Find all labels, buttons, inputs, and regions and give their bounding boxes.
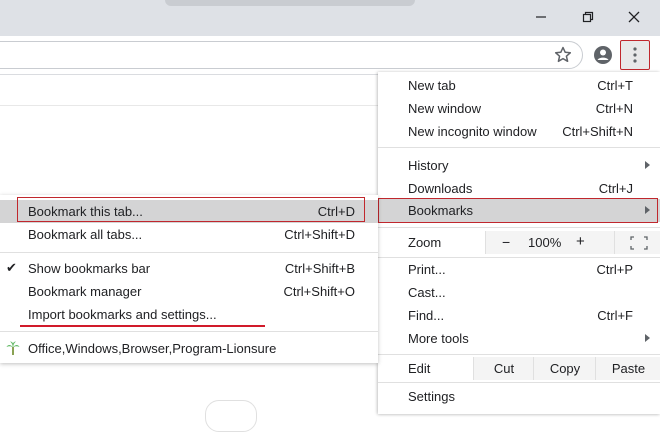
cut-button[interactable]: Cut bbox=[473, 357, 534, 380]
submenu-item-label: Import bookmarks and settings... bbox=[28, 307, 217, 322]
submenu-item-import-bookmarks[interactable]: Import bookmarks and settings... bbox=[0, 303, 378, 326]
bookmarks-submenu: Bookmark this tab... Ctrl+D Bookmark all… bbox=[0, 195, 378, 363]
browser-toolbar bbox=[0, 36, 660, 75]
profile-button[interactable] bbox=[592, 44, 614, 66]
zoom-in-button[interactable]: + bbox=[576, 233, 585, 250]
menu-item-label: History bbox=[408, 158, 449, 173]
menu-item-label: More tools bbox=[408, 331, 469, 346]
submenu-arrow-icon bbox=[645, 334, 650, 342]
menu-item-label: Print... bbox=[408, 262, 446, 277]
palm-tree-favicon-icon bbox=[6, 341, 20, 355]
submenu-separator bbox=[0, 331, 378, 332]
fullscreen-button[interactable] bbox=[614, 231, 660, 254]
menu-item-new-tab[interactable]: New tab Ctrl+T bbox=[378, 74, 660, 97]
menu-item-print[interactable]: Print... Ctrl+P bbox=[378, 258, 660, 281]
menu-item-cast[interactable]: Cast... bbox=[378, 281, 660, 304]
menu-item-shortcut: Ctrl+J bbox=[598, 181, 633, 196]
checkmark-icon: ✔ bbox=[6, 260, 17, 275]
minimize-icon bbox=[536, 16, 546, 18]
menu-separator bbox=[378, 382, 660, 383]
menu-item-label: Settings bbox=[408, 389, 455, 404]
submenu-item-bookmark-manager[interactable]: Bookmark manager Ctrl+Shift+O bbox=[0, 280, 378, 303]
submenu-item-bookmark-folder[interactable]: Office,Windows,Browser,Program-Lionsure bbox=[0, 337, 378, 360]
main-menu-button[interactable] bbox=[620, 40, 650, 70]
menu-item-label: Downloads bbox=[408, 181, 473, 196]
profile-icon bbox=[594, 46, 612, 64]
menu-item-shortcut: Ctrl+F bbox=[597, 308, 633, 323]
restore-button[interactable] bbox=[565, 0, 611, 34]
menu-item-downloads[interactable]: Downloads Ctrl+J bbox=[378, 177, 660, 200]
menu-item-label: New window bbox=[408, 101, 481, 116]
submenu-separator bbox=[0, 252, 378, 253]
menu-item-shortcut: Ctrl+Shift+N bbox=[562, 124, 633, 139]
menu-item-label: New incognito window bbox=[408, 124, 537, 139]
menu-item-history[interactable]: History bbox=[378, 154, 660, 177]
paste-label: Paste bbox=[611, 361, 646, 376]
menu-item-more-tools[interactable]: More tools bbox=[378, 327, 660, 350]
menu-item-label: Cast... bbox=[408, 285, 446, 300]
submenu-arrow-icon bbox=[645, 161, 650, 169]
menu-item-label: New tab bbox=[408, 78, 456, 93]
submenu-item-label: Bookmark all tabs... bbox=[28, 227, 143, 242]
menu-item-label: Find... bbox=[408, 308, 445, 323]
submenu-item-shortcut: Ctrl+Shift+D bbox=[284, 227, 355, 242]
restore-icon bbox=[582, 11, 594, 23]
title-bar bbox=[0, 0, 660, 36]
menu-item-shortcut: Ctrl+N bbox=[595, 101, 633, 116]
copy-label: Copy bbox=[549, 361, 581, 376]
import-underline-annotation bbox=[20, 325, 265, 327]
menu-item-settings[interactable]: Settings bbox=[378, 385, 660, 408]
menu-separator bbox=[378, 354, 660, 355]
menu-item-label: Edit bbox=[408, 361, 431, 376]
menu-item-shortcut: Ctrl+T bbox=[597, 78, 633, 93]
fullscreen-icon bbox=[629, 235, 648, 250]
chrome-main-menu: New tab Ctrl+T New window Ctrl+N New inc… bbox=[378, 72, 660, 414]
menu-item-label: Zoom bbox=[408, 235, 442, 250]
submenu-item-label: Show bookmarks bar bbox=[28, 261, 151, 276]
menu-item-edit: Edit Cut Copy Paste bbox=[378, 357, 660, 380]
submenu-item-shortcut: Ctrl+Shift+B bbox=[284, 261, 355, 276]
tab-strip-edge bbox=[165, 0, 415, 6]
menu-item-find[interactable]: Find... Ctrl+F bbox=[378, 304, 660, 327]
close-window-button[interactable] bbox=[611, 0, 657, 34]
copy-button[interactable]: Copy bbox=[533, 357, 596, 380]
bookmark-star-icon bbox=[554, 46, 572, 63]
menu-item-zoom: Zoom − 100% + bbox=[378, 231, 660, 254]
address-bar[interactable] bbox=[0, 41, 583, 69]
zoom-controls: − 100% + bbox=[485, 231, 660, 254]
bookmarks-highlight-frame bbox=[378, 198, 658, 223]
page-divider bbox=[0, 105, 378, 106]
submenu-item-shortcut: Ctrl+Shift+O bbox=[283, 284, 355, 299]
bookmark-tab-highlight-frame bbox=[17, 197, 365, 222]
menu-item-new-incognito[interactable]: New incognito window Ctrl+Shift+N bbox=[378, 120, 660, 143]
submenu-item-bookmark-all-tabs[interactable]: Bookmark all tabs... Ctrl+Shift+D bbox=[0, 223, 378, 246]
menu-item-shortcut: Ctrl+P bbox=[596, 262, 633, 277]
kebab-menu-icon bbox=[633, 47, 637, 63]
menu-separator bbox=[378, 227, 660, 228]
bookmark-star-button[interactable] bbox=[553, 45, 573, 65]
minimize-button[interactable] bbox=[518, 0, 564, 34]
zoom-level: 100% bbox=[528, 235, 562, 250]
submenu-item-label: Bookmark manager bbox=[28, 284, 142, 299]
submenu-item-show-bookmarks-bar[interactable]: ✔ Show bookmarks bar Ctrl+Shift+B bbox=[0, 257, 378, 280]
zoom-out-button[interactable]: − bbox=[502, 234, 510, 250]
page-element-edge bbox=[205, 400, 257, 432]
cut-label: Cut bbox=[493, 361, 515, 376]
submenu-item-label: Office,Windows,Browser,Program-Lionsure bbox=[28, 341, 277, 356]
menu-separator bbox=[378, 147, 660, 148]
close-icon bbox=[628, 11, 640, 23]
menu-item-new-window[interactable]: New window Ctrl+N bbox=[378, 97, 660, 120]
paste-button[interactable]: Paste bbox=[595, 357, 660, 380]
